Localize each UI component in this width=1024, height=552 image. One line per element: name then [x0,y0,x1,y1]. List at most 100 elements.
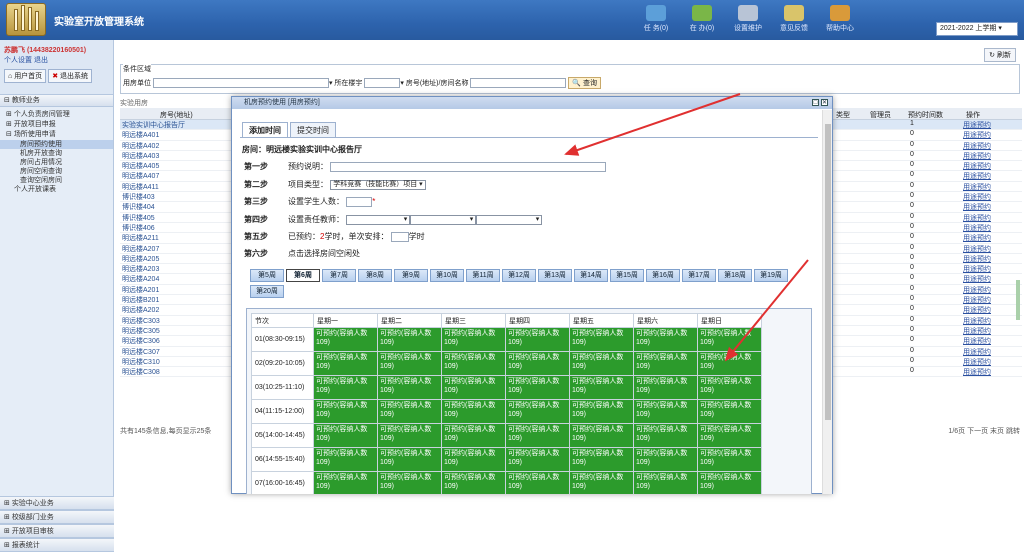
week-tab[interactable]: 第5周 [250,269,284,282]
available-slot-cell[interactable]: 可预约(容纳人数109) [313,423,378,448]
sidebar-section-center[interactable]: ⊞ 实验中心业务 [0,496,114,510]
book-link[interactable]: 用途预约 [963,151,991,161]
book-link[interactable]: 用途预约 [963,244,991,254]
available-slot-cell[interactable]: 可预约(容纳人数109) [441,471,506,494]
week-tab[interactable]: 第17周 [682,269,716,282]
available-slot-cell[interactable]: 可预约(容纳人数109) [313,327,378,352]
sidebar-section-audit[interactable]: ⊞ 开放项目审核 [0,524,114,538]
available-slot-cell[interactable]: 可预约(容纳人数109) [505,447,570,472]
sidebar-sub-lab-open[interactable]: 机房开放查询 [0,149,113,158]
sidebar-sub-room-booking[interactable]: 房间预约使用 [0,140,113,149]
available-slot-cell[interactable]: 可预约(容纳人数109) [569,375,634,400]
available-slot-cell[interactable]: 可预约(容纳人数109) [633,423,698,448]
available-slot-cell[interactable]: 可预约(容纳人数109) [697,471,762,494]
logout-button[interactable]: ✖ 退出系统 [48,69,93,83]
page-scroll-marker[interactable] [1016,280,1020,320]
sidebar-sub-query-free[interactable]: 查询空闲房间 [0,176,113,185]
home-button[interactable]: ⌂ 用户首页 [4,69,47,83]
modal-scrollbar[interactable] [822,110,832,494]
week-tab[interactable]: 第7周 [322,269,356,282]
nav-item-1[interactable]: 在 办(0) [682,5,722,37]
sidebar-section-report[interactable]: ⊞ 报表统计 [0,538,114,552]
available-slot-cell[interactable]: 可预约(容纳人数109) [441,351,506,376]
week-tab[interactable]: 第8周 [358,269,392,282]
query-button[interactable]: 🔍 查询 [568,77,602,89]
sidebar-sub-room-free[interactable]: 房间空闲查询 [0,167,113,176]
tab-add-time[interactable]: 添加时间 [242,122,288,138]
unit-select[interactable] [152,78,329,89]
available-slot-cell[interactable]: 可预约(容纳人数109) [505,399,570,424]
refresh-button[interactable]: ↻ 刷新 [984,48,1016,62]
book-link[interactable]: 用途预约 [963,285,991,295]
week-tab[interactable]: 第10周 [430,269,464,282]
available-slot-cell[interactable]: 可预约(容纳人数109) [697,351,762,376]
book-link[interactable]: 用途预约 [963,367,991,377]
maximize-icon[interactable]: □ [812,99,819,106]
week-tab[interactable]: 第16周 [646,269,680,282]
book-link[interactable]: 用途预约 [963,130,991,140]
available-slot-cell[interactable]: 可预约(容纳人数109) [697,375,762,400]
nav-item-3[interactable]: 意见反馈 [774,5,814,37]
nav-item-0[interactable]: 任 务(0) [636,5,676,37]
available-slot-cell[interactable]: 可预约(容纳人数109) [377,399,442,424]
booking-note-input[interactable] [330,161,607,172]
book-link[interactable]: 用途预约 [963,192,991,202]
available-slot-cell[interactable]: 可预约(容纳人数109) [633,375,698,400]
sidebar-item-schedule[interactable]: 个人开放课表 [0,185,113,195]
available-slot-cell[interactable]: 可预约(容纳人数109) [441,327,506,352]
available-slot-cell[interactable]: 可预约(容纳人数109) [505,423,570,448]
available-slot-cell[interactable]: 可预约(容纳人数109) [569,327,634,352]
available-slot-cell[interactable]: 可预约(容纳人数109) [633,351,698,376]
book-link[interactable]: 用途预约 [963,233,991,243]
available-slot-cell[interactable]: 可预约(容纳人数109) [377,471,442,494]
book-link[interactable]: 用途预约 [963,326,991,336]
available-slot-cell[interactable]: 可预约(容纳人数109) [441,447,506,472]
available-slot-cell[interactable]: 可预约(容纳人数109) [569,423,634,448]
book-link[interactable]: 用途预约 [963,213,991,223]
available-slot-cell[interactable]: 可预约(容纳人数109) [313,375,378,400]
available-slot-cell[interactable]: 可预约(容纳人数109) [313,471,378,494]
week-tab[interactable]: 第15周 [610,269,644,282]
book-link[interactable]: 用途预约 [963,202,991,212]
book-link[interactable]: 用途预约 [963,336,991,346]
sidebar-section-dept[interactable]: ⊞ 校级部门业务 [0,510,114,524]
room-input[interactable] [470,78,567,89]
sidebar-item-project[interactable]: ⊞ 开放项目申报 [0,120,113,130]
available-slot-cell[interactable]: 可预约(容纳人数109) [569,399,634,424]
available-slot-cell[interactable]: 可预约(容纳人数109) [505,351,570,376]
available-slot-cell[interactable]: 可预约(容纳人数109) [377,351,442,376]
sidebar-sub-room-occupancy[interactable]: 房间占用情况 [0,158,113,167]
available-slot-cell[interactable]: 可预约(容纳人数109) [569,471,634,494]
week-tab[interactable]: 第12周 [502,269,536,282]
available-slot-cell[interactable]: 可预约(容纳人数109) [313,351,378,376]
available-slot-cell[interactable]: 可预约(容纳人数109) [697,399,762,424]
available-slot-cell[interactable]: 可预约(容纳人数109) [633,327,698,352]
book-link[interactable]: 用途预约 [963,295,991,305]
available-slot-cell[interactable]: 可预约(容纳人数109) [633,399,698,424]
student-count-input[interactable] [346,196,373,207]
available-slot-cell[interactable]: 可预约(容纳人数109) [377,447,442,472]
book-link[interactable]: 用途预约 [963,254,991,264]
available-slot-cell[interactable]: 可预约(容纳人数109) [313,447,378,472]
book-link[interactable]: 用途预约 [963,171,991,181]
user-links[interactable]: 个人设置 退出 [4,56,109,66]
available-slot-cell[interactable]: 可预约(容纳人数109) [313,399,378,424]
available-slot-cell[interactable]: 可预约(容纳人数109) [377,375,442,400]
teacher-select-3[interactable]: ▾ [476,214,543,225]
available-slot-cell[interactable]: 可预约(容纳人数109) [441,423,506,448]
available-slot-cell[interactable]: 可预约(容纳人数109) [697,447,762,472]
available-slot-cell[interactable]: 可预约(容纳人数109) [633,447,698,472]
available-slot-cell[interactable]: 可预约(容纳人数109) [505,375,570,400]
scrollbar-thumb[interactable] [825,124,831,420]
sidebar-item-room-manage[interactable]: ⊞ 个人负责房间管理 [0,110,113,120]
term-select[interactable]: 2021-2022 上学期 ▾ [936,22,1018,36]
available-slot-cell[interactable]: 可预约(容纳人数109) [633,471,698,494]
pager-nav[interactable]: 1/6页 下一页 末页 跳转 [948,426,1020,436]
available-slot-cell[interactable]: 可预约(容纳人数109) [505,471,570,494]
book-link[interactable]: 用途预约 [963,264,991,274]
book-link[interactable]: 用途预约 [963,141,991,151]
sidebar-section-teacher[interactable]: ⊟ 教师业务 [0,94,113,107]
week-tab[interactable]: 第20周 [250,285,284,298]
book-link[interactable]: 用途预约 [963,223,991,233]
available-slot-cell[interactable]: 可预约(容纳人数109) [569,351,634,376]
